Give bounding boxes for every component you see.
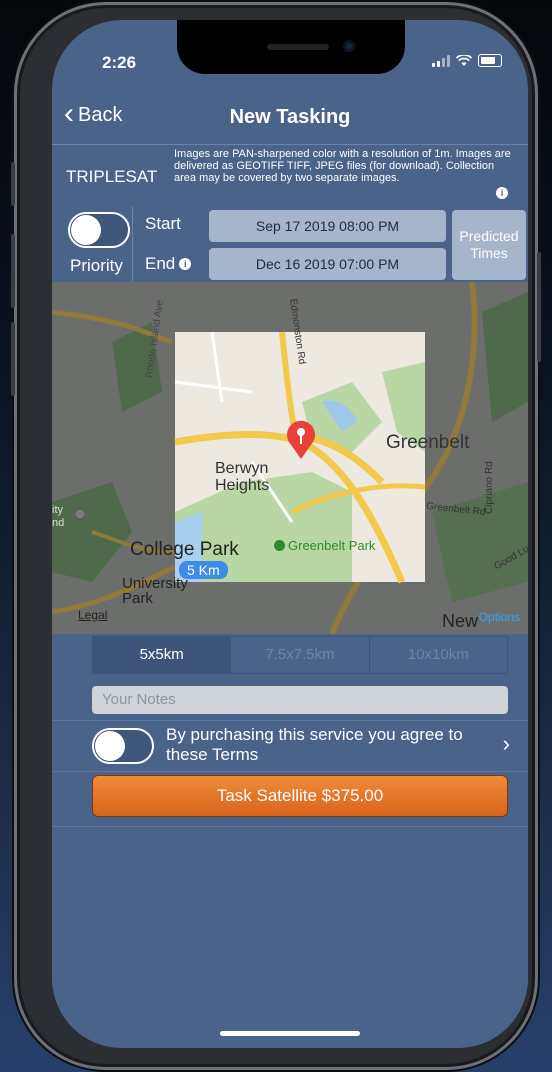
status-time: 2:26	[102, 53, 137, 72]
power-button	[537, 252, 541, 362]
start-label: Start	[145, 214, 181, 233]
notch	[177, 20, 405, 74]
home-indicator[interactable]	[220, 1031, 360, 1036]
map-options-link[interactable]: Options	[479, 610, 520, 624]
terms-row[interactable]: By purchasing this service you agree to …	[52, 720, 528, 772]
signal-icon	[432, 54, 450, 67]
chevron-right-icon: ›	[502, 731, 510, 756]
size-option-7-5x7-5[interactable]: 7.5x7.5km	[231, 637, 370, 673]
priority-label: Priority	[70, 256, 123, 275]
satellite-info: TRIPLESAT Images are PAN-sharpened color…	[52, 144, 528, 207]
end-date-field[interactable]: Dec 16 2019 07:00 PM	[209, 248, 446, 280]
satellite-description: Images are PAN-sharpened color with a re…	[174, 148, 511, 184]
mute-switch	[11, 162, 15, 206]
terms-text: By purchasing this service you agree to …	[166, 725, 463, 764]
predicted-times-label: Predicted Times	[459, 228, 519, 261]
empty-content-area	[52, 826, 528, 1048]
divider	[132, 206, 133, 282]
page-title: New Tasking	[229, 106, 351, 128]
status-icons	[432, 54, 502, 67]
start-date-field[interactable]: Sep 17 2019 08:00 PM	[209, 210, 446, 242]
end-label-row: End i	[145, 254, 192, 274]
volume-up-button	[11, 234, 15, 308]
end-label: End	[145, 254, 176, 273]
legal-link[interactable]: Legal	[78, 608, 107, 622]
map-label-fragment-2: nd	[52, 517, 65, 529]
scale-badge: 5 Km	[179, 561, 228, 579]
road-label-cipriano: Cipriano Rd	[484, 461, 495, 514]
map-label-greenbelt: Greenbelt	[386, 432, 470, 453]
speaker	[267, 44, 329, 50]
greenbelt-park-text: Greenbelt Park	[288, 538, 376, 553]
size-option-10x10[interactable]: 10x10km	[370, 637, 507, 673]
navigation-bar: ‹ Back New Tasking	[52, 96, 528, 142]
terms-toggle[interactable]	[92, 728, 154, 764]
map-label-berwyn-heights: Berwyn Heights	[215, 460, 270, 494]
front-camera	[343, 40, 355, 52]
priority-toggle[interactable]	[68, 212, 130, 248]
map-label-greenbelt-park: Greenbelt Park	[274, 538, 375, 553]
map-label-fragment-1: ity	[52, 504, 63, 516]
schedule-section: Priority Start End i Sep 17 2019 08:00 PM…	[52, 206, 528, 282]
end-info-icon[interactable]: i	[179, 258, 192, 270]
map-pin-icon[interactable]	[284, 418, 318, 460]
map-view[interactable]: Greenbelt Berwyn Heights College Park Un…	[52, 282, 528, 634]
info-icon[interactable]: i	[496, 187, 508, 199]
toggle-knob	[71, 215, 101, 245]
map-label-university-park: University Park	[122, 575, 188, 607]
phone-frame: 2:26 ‹ Back New Tasking TRIPLESAT Images…	[11, 2, 541, 1070]
satellite-name: TRIPLESAT	[66, 167, 158, 186]
map-label-new: New	[442, 611, 479, 631]
predicted-times-button[interactable]: Predicted Times	[452, 210, 526, 280]
volume-down-button	[11, 322, 15, 396]
park-icon	[274, 540, 285, 551]
task-satellite-button[interactable]: Task Satellite $375.00	[92, 775, 508, 817]
notes-input[interactable]: Your Notes	[92, 686, 508, 714]
battery-icon	[478, 54, 502, 67]
app-screen: 2:26 ‹ Back New Tasking TRIPLESAT Images…	[52, 20, 528, 1048]
wifi-icon	[456, 54, 472, 66]
map-label-college-park: College Park	[130, 539, 239, 560]
size-segmented-control: 5x5km 7.5x7.5km 10x10km	[92, 636, 508, 674]
size-option-5x5[interactable]: 5x5km	[93, 637, 232, 673]
toggle-knob	[95, 731, 125, 761]
